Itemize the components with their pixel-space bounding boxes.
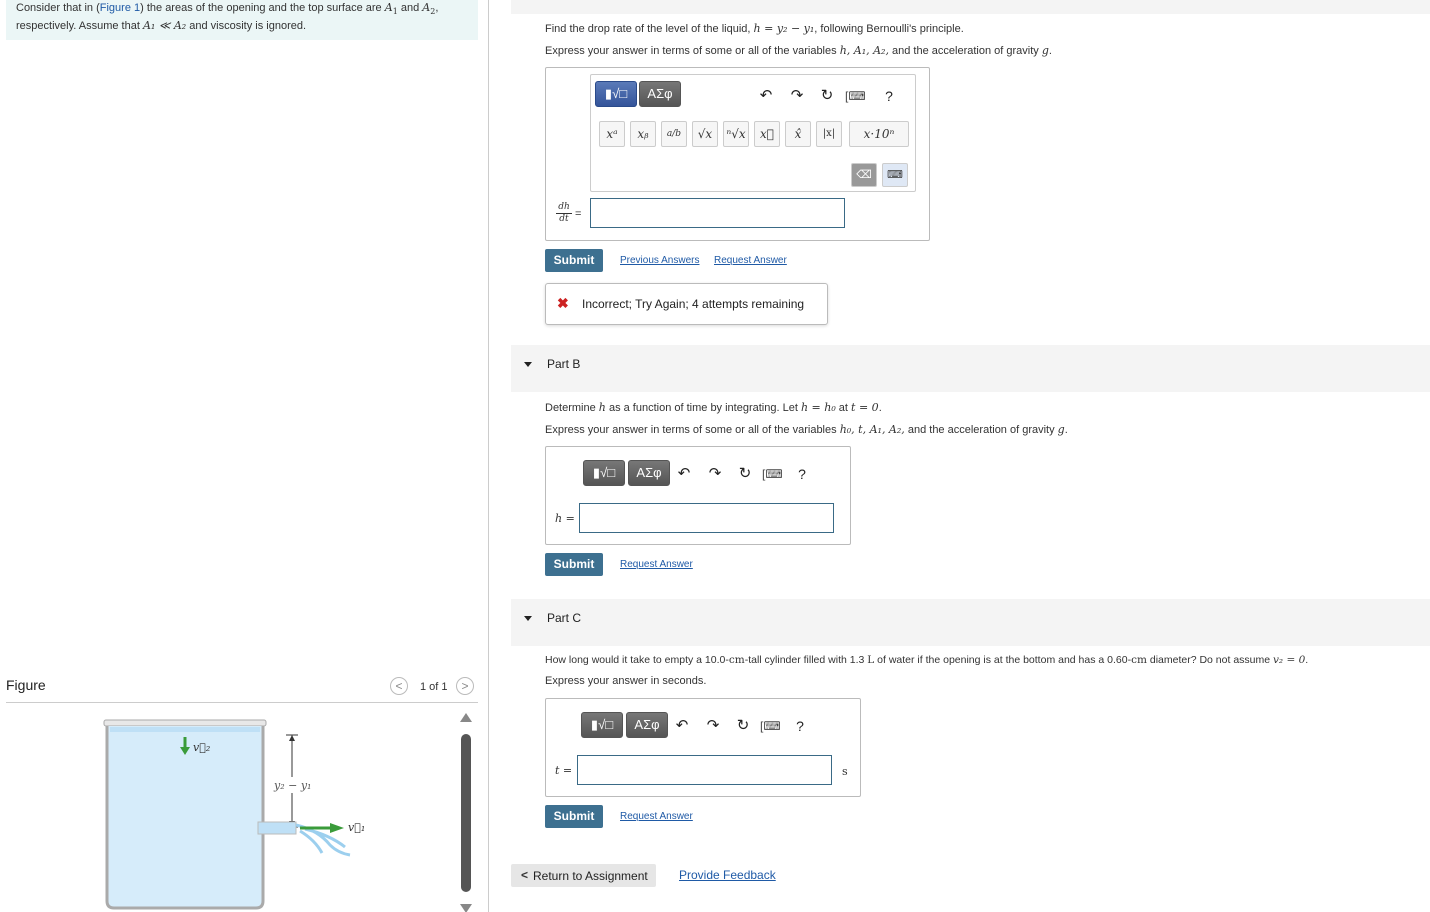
part-c-title: Part C — [547, 611, 582, 625]
math-symbol-row: xᵃ xᵦ a/b √x ⁿ√x x⃗ x̂ |x| x·10ⁿ — [595, 121, 915, 149]
feedback-message: Incorrect; Try Again; 4 attempts remaini… — [582, 297, 805, 311]
reset-icon[interactable]: ↻ — [736, 465, 754, 483]
part-c-answer-editor: ▮√□ AΣφ ↶ ↷ ↻ [⌨ ? t = s — [545, 698, 861, 797]
v2-label: v⃗₂ — [193, 741, 210, 754]
part-c-instructions: Express your answer in seconds. — [545, 675, 707, 687]
spout — [257, 821, 297, 835]
figure-pane: Consider that in (Figure 1) the areas of… — [0, 0, 489, 912]
part-a-feedback: ✖ Incorrect; Try Again; 4 attempts remai… — [545, 283, 828, 325]
abs-value-symbol-button[interactable]: |x| — [816, 121, 842, 147]
delete-icon[interactable]: ⌫ — [851, 163, 877, 187]
water-surface — [110, 727, 260, 732]
keyboard-shortcuts-icon[interactable]: [⌨ — [760, 719, 781, 733]
part-b-request-answer-link[interactable]: Request Answer — [620, 559, 693, 570]
cylinder-figure: v⃗₂ y₂ − y₁ v⃗₁ — [103, 719, 365, 910]
reset-icon[interactable]: ↻ — [818, 87, 836, 105]
templates-button[interactable]: ▮√□ — [583, 460, 625, 486]
part-c-answer-input[interactable] — [577, 755, 832, 785]
undo-icon[interactable]: ↶ — [673, 717, 691, 735]
return-to-assignment-button[interactable]: < Return to Assignment — [511, 864, 656, 887]
chevron-left-icon: < — [521, 868, 529, 882]
part-b-submit-button[interactable]: Submit — [545, 553, 603, 576]
collapse-arrow-icon[interactable] — [524, 616, 532, 621]
greek-symbols-button[interactable]: AΣφ — [639, 81, 681, 107]
power-symbol-button[interactable]: xᵃ — [599, 121, 625, 147]
keyboard-shortcuts-icon[interactable]: [⌨ — [762, 467, 783, 481]
previous-answers-link[interactable]: Previous Answers — [620, 255, 699, 266]
part-a-answer-editor: ▮√□ AΣφ ↶ ↷ ↻ [⌨ ? xᵃ xᵦ a/b √x ⁿ√x x⃗ x… — [545, 67, 930, 241]
collapse-arrow-icon[interactable] — [524, 362, 532, 367]
part-a-submit-button[interactable]: Submit — [545, 249, 603, 272]
part-c-submit-button[interactable]: Submit — [545, 805, 603, 828]
part-a-instructions: Express your answer in terms of some or … — [545, 44, 1052, 57]
figure-title: Figure — [6, 677, 46, 693]
intro-line-2: respectively. Assume that A₁ ≪ A₂ and vi… — [16, 19, 307, 33]
unit-label: s — [842, 765, 848, 778]
part-b-title: Part B — [547, 357, 581, 371]
figure-count: 1 of 1 — [420, 681, 448, 693]
questions-pane: Find the drop rate of the level of the l… — [490, 0, 1430, 912]
part-c-question: How long would it take to empty a 10.0-c… — [545, 654, 1309, 666]
scroll-up-arrow[interactable] — [460, 713, 472, 722]
help-icon[interactable]: ? — [791, 717, 809, 735]
problem-intro: Consider that in (Figure 1) the areas of… — [6, 0, 478, 40]
sqrt-symbol-button[interactable]: √x — [692, 121, 718, 147]
part-a-header — [511, 0, 1430, 14]
v1-arrowhead — [330, 823, 344, 833]
v1-label: v⃗₁ — [348, 821, 365, 834]
part-a-question: Find the drop rate of the level of the l… — [545, 22, 964, 35]
part-b-answer-editor: ▮√□ AΣφ ↶ ↷ ↻ [⌨ ? h = — [545, 446, 851, 545]
part-b-header[interactable]: Part B — [511, 345, 1430, 392]
unit-vector-symbol-button[interactable]: x̂ — [785, 121, 811, 147]
error-x-icon: ✖ — [557, 295, 569, 311]
undo-icon[interactable]: ↶ — [757, 87, 775, 105]
part-a-request-answer-link[interactable]: Request Answer — [714, 255, 787, 266]
nth-root-symbol-button[interactable]: ⁿ√x — [723, 121, 749, 147]
container-rim — [103, 719, 267, 727]
fraction-symbol-button[interactable]: a/b — [661, 121, 687, 147]
part-c-header[interactable]: Part C — [511, 599, 1430, 646]
h-label: h = — [555, 512, 575, 525]
part-c-toolbar: ▮√□ AΣφ ↶ ↷ ↻ [⌨ ? — [577, 709, 837, 739]
redo-icon[interactable]: ↷ — [706, 465, 724, 483]
part-b-instructions: Express your answer in terms of some or … — [545, 423, 1068, 436]
derivative-label: dh dt — [556, 202, 572, 225]
provide-feedback-link[interactable]: Provide Feedback — [679, 868, 776, 882]
figure-link[interactable]: Figure 1 — [100, 2, 140, 14]
intro-line-1: Consider that in (Figure 1) the areas of… — [16, 1, 439, 17]
keyboard-shortcuts-icon[interactable]: [⌨ — [845, 89, 866, 103]
prev-figure-button[interactable]: < — [390, 677, 408, 695]
part-b-toolbar: ▮√□ AΣφ ↶ ↷ ↻ [⌨ ? — [579, 457, 839, 487]
part-c-request-answer-link[interactable]: Request Answer — [620, 811, 693, 822]
virtual-keyboard-icon[interactable]: ⌨ — [882, 163, 908, 187]
part-a-answer-input[interactable] — [590, 198, 845, 228]
templates-button[interactable]: ▮√□ — [581, 712, 623, 738]
redo-icon[interactable]: ↷ — [704, 717, 722, 735]
help-icon[interactable]: ? — [880, 87, 898, 105]
scrollbar-thumb[interactable] — [461, 734, 471, 892]
next-figure-button[interactable]: > — [456, 677, 474, 695]
part-b-question: Determine h as a function of time by int… — [545, 401, 882, 414]
help-icon[interactable]: ? — [793, 465, 811, 483]
height-label: y₂ − y₁ — [273, 779, 311, 792]
scientific-notation-button[interactable]: x·10ⁿ — [849, 121, 909, 147]
return-label: Return to Assignment — [533, 869, 648, 883]
part-b-answer-input[interactable] — [579, 503, 834, 533]
figure-header: Figure < 1 of 1 > — [6, 676, 478, 703]
part-a-toolbar: ▮√□ AΣφ ↶ ↷ ↻ [⌨ ? xᵃ xᵦ a/b √x ⁿ√x x⃗ x… — [590, 74, 916, 192]
subscript-symbol-button[interactable]: xᵦ — [630, 121, 656, 147]
vector-symbol-button[interactable]: x⃗ — [754, 121, 780, 147]
redo-icon[interactable]: ↷ — [788, 87, 806, 105]
greek-symbols-button[interactable]: AΣφ — [628, 460, 670, 486]
greek-symbols-button[interactable]: AΣφ — [626, 712, 668, 738]
undo-icon[interactable]: ↶ — [675, 465, 693, 483]
t-label: t = — [555, 764, 573, 777]
reset-icon[interactable]: ↻ — [734, 717, 752, 735]
scroll-down-arrow[interactable] — [460, 904, 472, 912]
templates-button[interactable]: ▮√□ — [595, 81, 637, 107]
